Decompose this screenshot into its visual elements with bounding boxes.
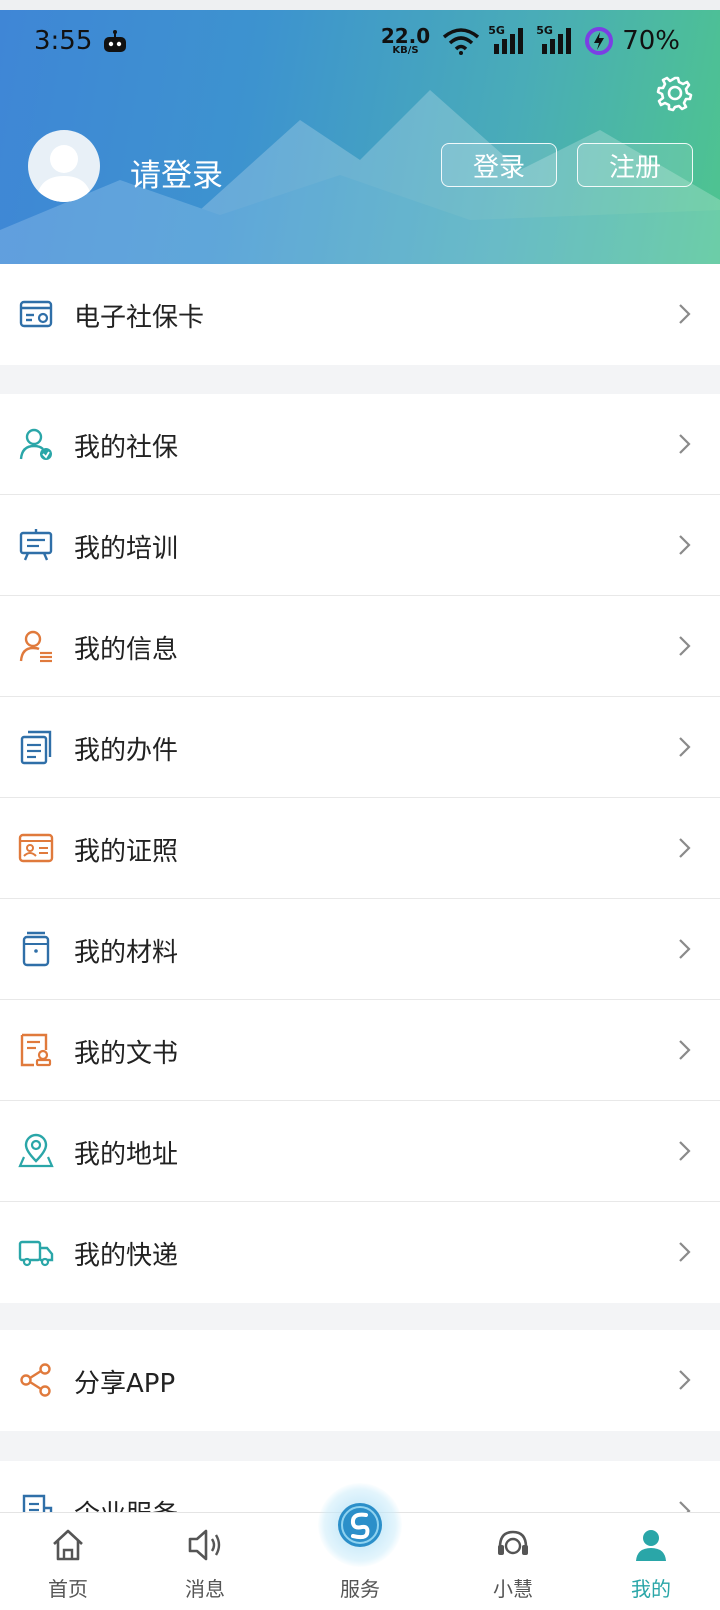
stamp-document-icon: [20, 1033, 52, 1067]
chevron-right-icon: [679, 939, 691, 959]
list-item-social-card[interactable]: 电子社保卡: [0, 264, 720, 365]
list-item-label: 我的办件: [74, 736, 179, 766]
signal-1: 5G: [488, 24, 528, 56]
list-item-label: 分享APP: [74, 1369, 176, 1399]
service-logo-icon: [338, 1503, 382, 1547]
share-group: 分享APP: [0, 1330, 720, 1431]
chevron-right-icon: [679, 434, 691, 454]
login-prompt[interactable]: 请登录: [130, 150, 223, 195]
list-item-my-social-insurance[interactable]: 我的社保: [0, 394, 720, 495]
location-pin-icon: [18, 1133, 54, 1168]
user-insurance-icon: [19, 428, 52, 460]
list-item-my-training[interactable]: 我的培训: [0, 495, 720, 596]
signal-bars-icon: [494, 28, 524, 54]
list-item-share-app[interactable]: 分享APP: [0, 1330, 720, 1431]
speaker-icon: [188, 1529, 221, 1561]
net-speed: 22.0 KB/S: [381, 26, 430, 56]
register-button[interactable]: 注册: [577, 143, 693, 187]
battery-level: 70%: [622, 26, 680, 56]
chevron-right-icon: [679, 636, 691, 656]
battery-charging-icon: [585, 27, 614, 55]
list-item-my-express[interactable]: 我的快递: [0, 1202, 720, 1303]
list-item-my-documents[interactable]: 我的文书: [0, 1000, 720, 1101]
nav-home[interactable]: 首页: [8, 1513, 128, 1610]
nav-label: 服务: [340, 1577, 380, 1601]
signal-2: 5G: [536, 24, 576, 56]
folder-icon: [22, 931, 50, 967]
default-avatar-icon: [36, 145, 92, 202]
share-icon: [20, 1363, 51, 1397]
list-item-label: 我的证照: [74, 837, 179, 867]
chevron-right-icon: [679, 838, 691, 858]
id-card-icon: [18, 833, 54, 863]
social-card-icon: [19, 300, 53, 328]
nav-messages[interactable]: 消息: [145, 1513, 265, 1610]
nav-label: 首页: [48, 1577, 88, 1601]
list-item-label: 我的快递: [74, 1241, 179, 1271]
login-button[interactable]: 登录: [441, 143, 557, 187]
list-item-my-certificates[interactable]: 我的证照: [0, 798, 720, 899]
signal-bars-icon: [542, 28, 572, 54]
list-item-label: 我的信息: [74, 635, 179, 665]
nav-label: 消息: [185, 1577, 225, 1601]
list-item-label: 我的材料: [74, 938, 179, 968]
status-time: 3:55: [34, 26, 93, 56]
avatar[interactable]: [28, 130, 100, 202]
status-bar: 3:55 22.0 KB/S 5G 5G 70%: [0, 22, 720, 62]
list-item-my-address[interactable]: 我的地址: [0, 1101, 720, 1202]
chevron-right-icon: [679, 535, 691, 555]
profile-header: 3:55 22.0 KB/S 5G 5G 70% 请登录 登录 注册: [0, 0, 720, 264]
list-item-label: 电子社保卡: [74, 303, 205, 333]
user-info-icon: [19, 630, 52, 663]
list-item-label: 我的社保: [74, 433, 179, 463]
nav-assistant[interactable]: 小慧: [453, 1513, 573, 1610]
list-item-label: 我的文书: [74, 1039, 179, 1069]
nav-services[interactable]: 服务: [300, 1483, 420, 1610]
home-icon: [53, 1529, 83, 1561]
nav-label: 小慧: [493, 1577, 533, 1601]
wifi-icon: [443, 28, 480, 55]
settings-gear-icon[interactable]: [656, 74, 694, 112]
chevron-right-icon: [679, 1370, 691, 1390]
chevron-right-icon: [679, 1141, 691, 1161]
training-board-icon: [19, 529, 53, 561]
headset-icon: [498, 1530, 528, 1555]
personal-services-group: 我的社保 我的培训 我的信息 我的办件 我的证照 我的材料 我的文书 我的地址 …: [0, 394, 720, 1303]
list-item-my-info[interactable]: 我的信息: [0, 596, 720, 697]
nav-mine[interactable]: 我的: [591, 1513, 711, 1610]
nav-label: 我的: [631, 1577, 671, 1601]
social-card-group: 电子社保卡: [0, 264, 720, 365]
documents-icon: [20, 730, 52, 765]
chevron-right-icon: [679, 737, 691, 757]
chevron-right-icon: [679, 1242, 691, 1262]
chevron-right-icon: [679, 1040, 691, 1060]
list-item-label: 我的培训: [74, 534, 179, 564]
list-item-my-cases[interactable]: 我的办件: [0, 697, 720, 798]
list-item-my-materials[interactable]: 我的材料: [0, 899, 720, 1000]
list-item-label: 我的地址: [74, 1140, 179, 1170]
robot-notification-icon: [104, 30, 126, 52]
status-right: 22.0 KB/S 5G 5G 70%: [381, 24, 680, 56]
net-speed-unit: KB/S: [392, 45, 419, 56]
chevron-right-icon: [679, 304, 691, 324]
net-speed-value: 22.0: [380, 24, 431, 48]
bottom-navigation: 首页 消息 服务 小慧 我的: [0, 1483, 720, 1610]
delivery-truck-icon: [18, 1240, 54, 1267]
profile-screen: 3:55 22.0 KB/S 5G 5G 70% 请登录 登录 注册 电子社保卡…: [0, 0, 720, 1610]
person-icon: [636, 1530, 666, 1561]
